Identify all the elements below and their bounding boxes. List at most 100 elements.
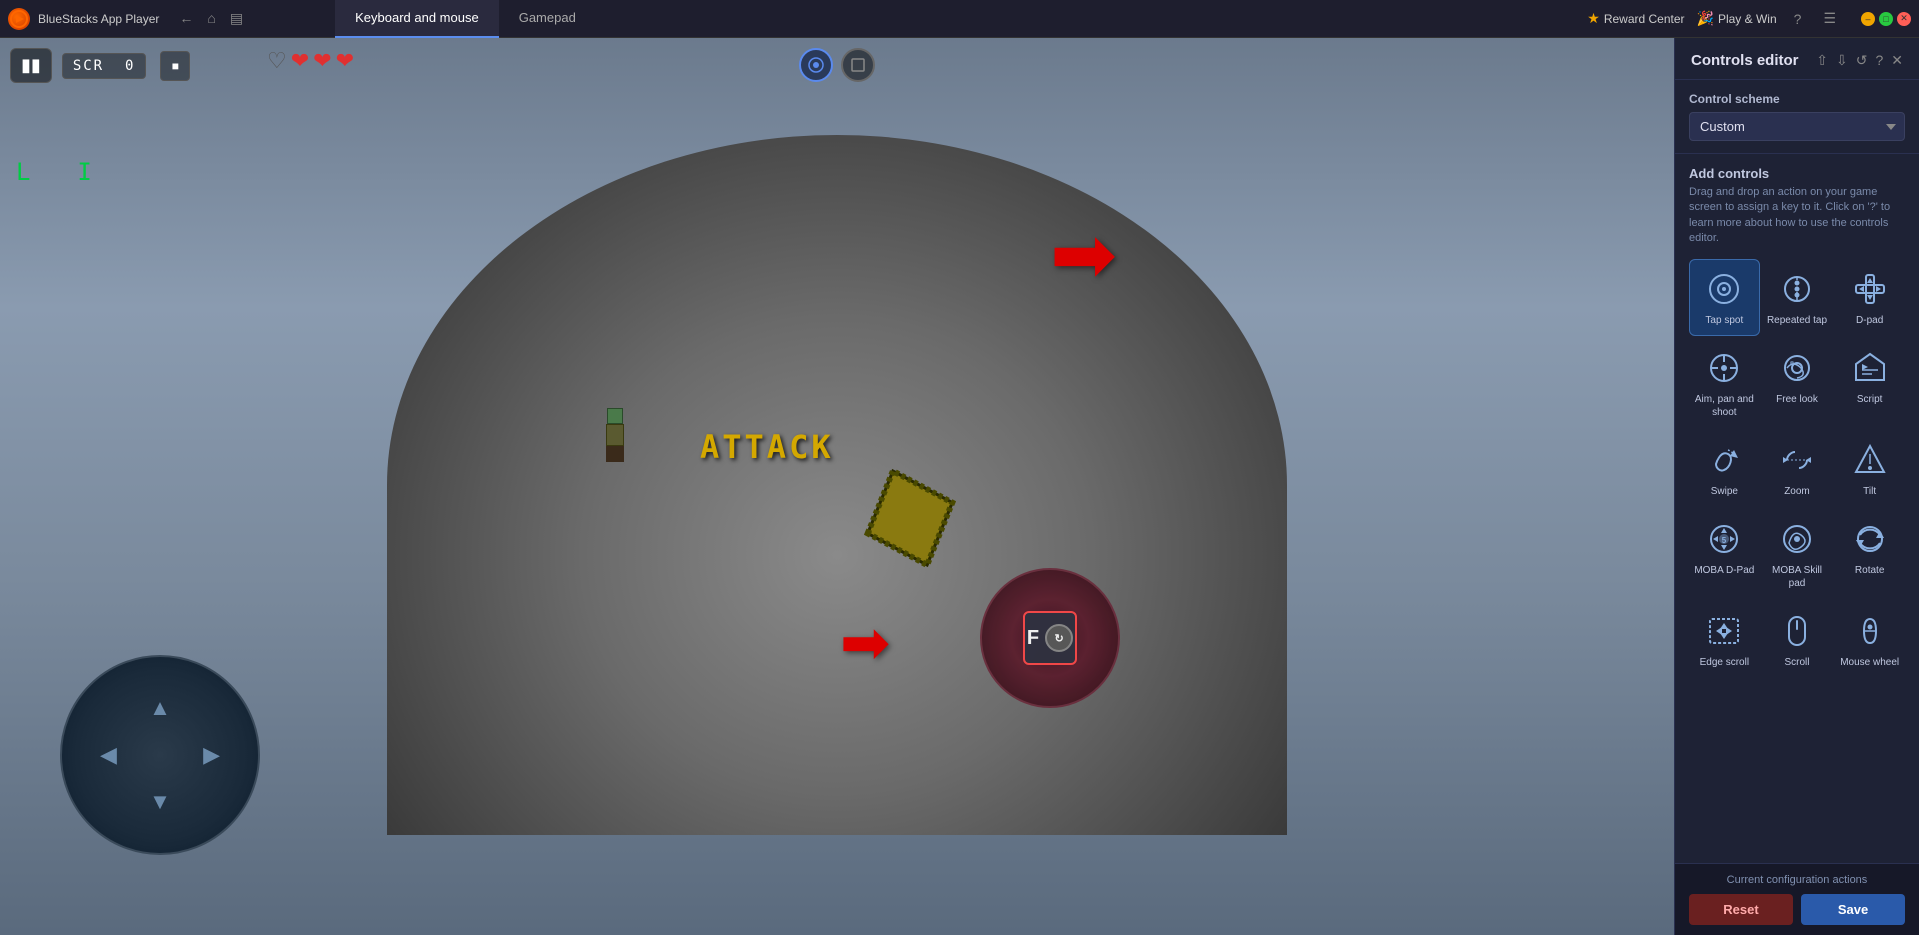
tab-keyboard-mouse[interactable]: Keyboard and mouse [335, 0, 499, 38]
panel-header: Controls editor ⇧ ⇩ ↺ ? ✕ [1675, 38, 1919, 80]
moba-d-pad-label: MOBA D-Pad [1694, 564, 1754, 577]
panel-title: Controls editor [1691, 52, 1799, 69]
pause-button[interactable]: ▮▮ [10, 48, 52, 83]
mouse-wheel-icon [1851, 612, 1889, 650]
aim-pan-shoot-icon [1705, 349, 1743, 387]
home-icon[interactable]: ⌂ [203, 8, 219, 29]
close-button[interactable]: ✕ [1897, 12, 1911, 26]
control-zoom[interactable]: Zoom [1762, 430, 1833, 507]
score-label: SCR [73, 58, 104, 74]
control-repeated-tap[interactable]: Repeated tap [1762, 259, 1833, 336]
char-head [607, 408, 623, 424]
scheme-label: Control scheme [1689, 92, 1905, 106]
control-rotate[interactable]: Rotate [1834, 509, 1905, 599]
char-legs [606, 446, 624, 462]
dpad-container[interactable]: ▲ ▼ ◀ ▶ [60, 655, 260, 855]
dpad-outer[interactable]: ▲ ▼ ◀ ▶ [60, 655, 260, 855]
tilt-label: Tilt [1863, 485, 1876, 498]
heart-2: ❤ [291, 48, 309, 74]
control-script[interactable]: Script [1834, 338, 1905, 428]
back-icon[interactable]: ← [175, 8, 197, 29]
repeated-tap-icon [1778, 270, 1816, 308]
panel-help-icon[interactable]: ? [1875, 52, 1883, 69]
control-tilt[interactable]: Tilt [1834, 430, 1905, 507]
moba-skill-pad-label: MOBA Skill pad [1767, 564, 1828, 590]
controls-panel: Controls editor ⇧ ⇩ ↺ ? ✕ Control scheme… [1674, 38, 1919, 935]
tabs-icon[interactable]: ▤ [226, 8, 247, 29]
control-d-pad[interactable]: D-pad [1834, 259, 1905, 336]
dpad-left-arrow[interactable]: ◀ [100, 742, 117, 768]
header-right: ★ Reward Center 🎉 Play & Win ? ☰ – □ ✕ [1587, 8, 1911, 29]
attack-label: ATTACK [700, 428, 834, 466]
heart-1: ♡ [267, 48, 287, 74]
control-moba-skill-pad[interactable]: MOBA Skill pad [1762, 509, 1833, 599]
dpad-cross[interactable]: ▲ ▼ ◀ ▶ [100, 695, 220, 815]
save-button[interactable]: Save [1801, 894, 1905, 925]
footer-label: Current configuration actions [1689, 874, 1905, 886]
red-arrow-large: ➡ [1050, 208, 1117, 301]
swipe-icon [1705, 441, 1743, 479]
script-label: Script [1857, 393, 1883, 406]
panel-header-icons: ⇧ ⇩ ↺ ? ✕ [1816, 52, 1903, 69]
control-aim-pan-shoot[interactable]: Aim, pan and shoot [1689, 338, 1760, 428]
panel-close-icon[interactable]: ✕ [1891, 52, 1903, 69]
tab-bar: Keyboard and mouse Gamepad [335, 0, 596, 38]
help-icon[interactable]: ? [1789, 9, 1807, 29]
tap-spot-label: Tap spot [1705, 314, 1743, 327]
sword-svg [855, 463, 965, 573]
hud-icons: ■ [160, 51, 190, 81]
reward-center-button[interactable]: ★ Reward Center [1587, 10, 1684, 27]
reward-icon: ★ [1587, 10, 1600, 27]
script-icon [1851, 349, 1889, 387]
mouse-wheel-label: Mouse wheel [1840, 656, 1899, 669]
rotate-label: Rotate [1855, 564, 1884, 577]
reset-button[interactable]: Reset [1689, 894, 1793, 925]
f-key-button[interactable]: F ↻ [1023, 611, 1077, 665]
dpad-right-arrow[interactable]: ▶ [203, 742, 220, 768]
scheme-dropdown[interactable]: Custom [1689, 112, 1905, 141]
f-button-symbol: ↻ [1045, 624, 1073, 652]
share-icon[interactable]: ⇩ [1836, 52, 1848, 69]
control-mouse-wheel[interactable]: Mouse wheel [1834, 601, 1905, 678]
repeated-tap-label: Repeated tap [1767, 314, 1827, 327]
control-scroll[interactable]: Scroll [1762, 601, 1833, 678]
rotate-icon [1851, 520, 1889, 558]
rock-terrain [387, 135, 1287, 835]
play-win-button[interactable]: 🎉 Play & Win [1697, 10, 1777, 27]
hud-hearts: ♡ ❤ ❤ ❤ [267, 48, 354, 74]
heart-3: ❤ [313, 48, 331, 74]
control-scheme-section: Control scheme Custom [1675, 80, 1919, 154]
bluestacks-logo [8, 8, 30, 30]
free-look-label: Free look [1776, 393, 1818, 406]
weapon-icon [850, 458, 970, 578]
footer-buttons: Reset Save [1689, 894, 1905, 925]
tap-spot-icon [1705, 270, 1743, 308]
scroll-icon [1778, 612, 1816, 650]
nav-icons: ← ⌂ ▤ [175, 8, 247, 29]
menu-icon[interactable]: ☰ [1818, 8, 1841, 29]
zoom-icon [1778, 441, 1816, 479]
minimize-button[interactable]: – [1861, 12, 1875, 26]
add-controls-section: Add controls Drag and drop an action on … [1675, 154, 1919, 863]
window-controls: – □ ✕ [1861, 12, 1911, 26]
app-name: BlueStacks App Player [38, 12, 159, 26]
dpad-down-arrow[interactable]: ▼ [149, 789, 171, 815]
control-edge-scroll[interactable]: Edge scroll [1689, 601, 1760, 678]
tab-gamepad[interactable]: Gamepad [499, 0, 596, 38]
aim-pan-shoot-label: Aim, pan and shoot [1694, 393, 1755, 419]
undo-icon[interactable]: ↺ [1856, 52, 1868, 69]
control-swipe[interactable]: Swipe [1689, 430, 1760, 507]
dpad-up-arrow[interactable]: ▲ [149, 695, 171, 721]
f-button-container: F ↻ [980, 568, 1120, 708]
moba-d-pad-icon: 5 [1705, 520, 1743, 558]
hud-center-icon-2 [841, 48, 875, 82]
control-tap-spot[interactable]: Tap spot [1689, 259, 1760, 336]
control-free-look[interactable]: Free look [1762, 338, 1833, 428]
zoom-label: Zoom [1784, 485, 1810, 498]
f-button-background: F ↻ [980, 568, 1120, 708]
maximize-button[interactable]: □ [1879, 12, 1893, 26]
upload-icon[interactable]: ⇧ [1816, 52, 1828, 69]
score-value: 0 [125, 58, 135, 74]
heart-4: ❤ [336, 48, 354, 74]
control-moba-d-pad[interactable]: 5 MOBA D-Pad [1689, 509, 1760, 599]
